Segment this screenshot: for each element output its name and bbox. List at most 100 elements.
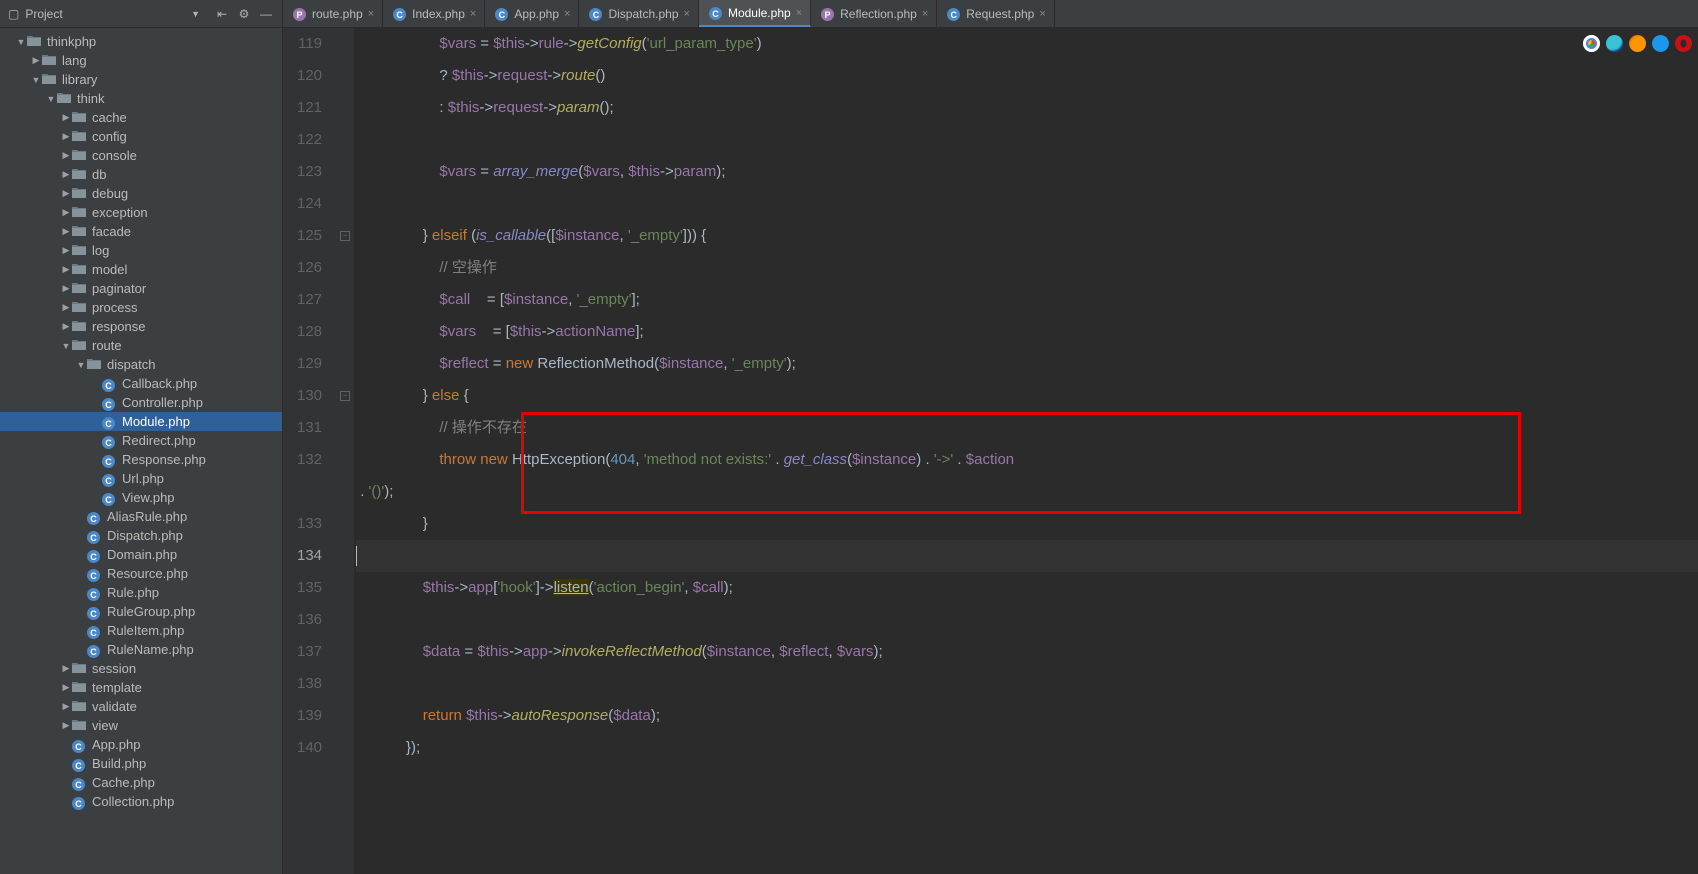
code-line[interactable] bbox=[356, 188, 1698, 220]
tree-twisty-icon[interactable]: ▶ bbox=[60, 682, 72, 693]
collapse-icon[interactable]: ⇤ bbox=[214, 6, 230, 22]
tree-twisty-icon[interactable]: ▼ bbox=[45, 94, 57, 104]
line-number[interactable]: 125 bbox=[283, 220, 336, 252]
line-number[interactable]: 131 bbox=[283, 412, 336, 444]
tree-twisty-icon[interactable]: ▶ bbox=[60, 150, 72, 161]
tree-folder-route[interactable]: ▼route bbox=[0, 336, 282, 355]
tab-close-icon[interactable]: × bbox=[1039, 8, 1045, 20]
browser-preview-icons[interactable] bbox=[1583, 35, 1692, 52]
tree-folder-paginator[interactable]: ▶paginator bbox=[0, 279, 282, 298]
tree-folder-validate[interactable]: ▶validate bbox=[0, 697, 282, 716]
code-line[interactable]: } else { bbox=[356, 380, 1698, 412]
line-number[interactable]: 132 bbox=[283, 444, 336, 476]
project-tree[interactable]: ▼thinkphp▶lang▼library▼think▶cache▶confi… bbox=[0, 28, 282, 874]
tree-twisty-icon[interactable]: ▶ bbox=[60, 302, 72, 313]
code-line[interactable]: $vars = $this->rule->getConfig('url_para… bbox=[356, 28, 1698, 60]
tree-twisty-icon[interactable]: ▼ bbox=[60, 341, 72, 351]
tree-twisty-icon[interactable]: ▶ bbox=[60, 701, 72, 712]
code-line[interactable]: throw new HttpException(404, 'method not… bbox=[356, 444, 1698, 476]
tree-twisty-icon[interactable]: ▶ bbox=[60, 131, 72, 142]
code-content[interactable]: $vars = $this->rule->getConfig('url_para… bbox=[354, 28, 1698, 874]
tree-twisty-icon[interactable] bbox=[75, 531, 87, 541]
tree-twisty-icon[interactable] bbox=[90, 417, 102, 427]
tree-file-build-php[interactable]: CBuild.php bbox=[0, 754, 282, 773]
tree-twisty-icon[interactable]: ▶ bbox=[60, 169, 72, 180]
safari-icon[interactable] bbox=[1652, 35, 1669, 52]
code-line[interactable]: } bbox=[356, 508, 1698, 540]
code-line[interactable] bbox=[356, 668, 1698, 700]
tree-twisty-icon[interactable] bbox=[90, 493, 102, 503]
line-number[interactable]: 140 bbox=[283, 732, 336, 764]
tree-folder-cache[interactable]: ▶cache bbox=[0, 108, 282, 127]
tree-file-aliasrule-php[interactable]: CAliasRule.php bbox=[0, 507, 282, 526]
tree-folder-process[interactable]: ▶process bbox=[0, 298, 282, 317]
code-line[interactable]: $this->app['hook']->listen('action_begin… bbox=[356, 572, 1698, 604]
line-number[interactable]: 129 bbox=[283, 348, 336, 380]
tree-folder-view[interactable]: ▶view bbox=[0, 716, 282, 735]
code-line[interactable] bbox=[356, 124, 1698, 156]
tree-twisty-icon[interactable] bbox=[75, 550, 87, 560]
tab-close-icon[interactable]: × bbox=[796, 7, 802, 19]
opera-icon[interactable] bbox=[1675, 35, 1692, 52]
tree-file-ruleitem-php[interactable]: CRuleItem.php bbox=[0, 621, 282, 640]
tree-folder-dispatch[interactable]: ▼dispatch bbox=[0, 355, 282, 374]
code-line[interactable] bbox=[356, 604, 1698, 636]
tab-close-icon[interactable]: × bbox=[564, 8, 570, 20]
tree-folder-log[interactable]: ▶log bbox=[0, 241, 282, 260]
line-number[interactable]: 130 bbox=[283, 380, 336, 412]
tab-dispatch-php[interactable]: CDispatch.php× bbox=[579, 0, 698, 27]
tree-twisty-icon[interactable] bbox=[60, 740, 72, 750]
line-number[interactable]: 139 bbox=[283, 700, 336, 732]
tree-folder-debug[interactable]: ▶debug bbox=[0, 184, 282, 203]
tree-twisty-icon[interactable] bbox=[75, 607, 87, 617]
tree-twisty-icon[interactable] bbox=[60, 778, 72, 788]
fold-column[interactable]: −− bbox=[336, 28, 354, 874]
tree-file-resource-php[interactable]: CResource.php bbox=[0, 564, 282, 583]
tree-twisty-icon[interactable]: ▶ bbox=[60, 663, 72, 674]
line-number[interactable]: 133 bbox=[283, 508, 336, 540]
tree-twisty-icon[interactable]: ▶ bbox=[60, 188, 72, 199]
tree-file-rulegroup-php[interactable]: CRuleGroup.php bbox=[0, 602, 282, 621]
tree-file-controller-php[interactable]: CController.php bbox=[0, 393, 282, 412]
tree-folder-config[interactable]: ▶config bbox=[0, 127, 282, 146]
tree-folder-session[interactable]: ▶session bbox=[0, 659, 282, 678]
tree-file-redirect-php[interactable]: CRedirect.php bbox=[0, 431, 282, 450]
tree-twisty-icon[interactable]: ▼ bbox=[15, 37, 27, 47]
tree-file-domain-php[interactable]: CDomain.php bbox=[0, 545, 282, 564]
tree-folder-think[interactable]: ▼think bbox=[0, 89, 282, 108]
tree-twisty-icon[interactable] bbox=[75, 569, 87, 579]
code-line[interactable]: . '()'); bbox=[356, 476, 1698, 508]
tree-file-response-php[interactable]: CResponse.php bbox=[0, 450, 282, 469]
tree-folder-exception[interactable]: ▶exception bbox=[0, 203, 282, 222]
line-number[interactable]: 137 bbox=[283, 636, 336, 668]
code-line[interactable]: $data = $this->app->invokeReflectMethod(… bbox=[356, 636, 1698, 668]
code-line[interactable]: // 操作不存在 bbox=[356, 412, 1698, 444]
tree-folder-model[interactable]: ▶model bbox=[0, 260, 282, 279]
tab-reflection-php[interactable]: PReflection.php× bbox=[811, 0, 937, 27]
tree-twisty-icon[interactable] bbox=[75, 512, 87, 522]
tree-file-url-php[interactable]: CUrl.php bbox=[0, 469, 282, 488]
line-number[interactable]: 128 bbox=[283, 316, 336, 348]
fold-toggle-icon[interactable]: − bbox=[340, 231, 350, 241]
tab-close-icon[interactable]: × bbox=[922, 8, 928, 20]
line-number[interactable]: 119 bbox=[283, 28, 336, 60]
tab-route-php[interactable]: Proute.php× bbox=[283, 0, 383, 27]
code-line[interactable]: $call = [$instance, '_empty']; bbox=[356, 284, 1698, 316]
tree-folder-lang[interactable]: ▶lang bbox=[0, 51, 282, 70]
code-editor[interactable]: 1191201211221231241251261271281291301311… bbox=[283, 28, 1698, 874]
fold-toggle-icon[interactable]: − bbox=[340, 391, 350, 401]
tab-module-php[interactable]: CModule.php× bbox=[699, 0, 811, 27]
tree-file-callback-php[interactable]: CCallback.php bbox=[0, 374, 282, 393]
tab-close-icon[interactable]: × bbox=[368, 8, 374, 20]
code-line[interactable] bbox=[356, 540, 1698, 572]
code-line[interactable]: $vars = array_merge($vars, $this->param)… bbox=[356, 156, 1698, 188]
tree-twisty-icon[interactable] bbox=[60, 759, 72, 769]
tree-twisty-icon[interactable]: ▶ bbox=[60, 226, 72, 237]
tree-twisty-icon[interactable]: ▶ bbox=[60, 321, 72, 332]
code-line[interactable]: } elseif (is_callable([$instance, '_empt… bbox=[356, 220, 1698, 252]
line-number[interactable]: 134 bbox=[283, 540, 336, 572]
tree-twisty-icon[interactable] bbox=[75, 588, 87, 598]
tree-twisty-icon[interactable]: ▶ bbox=[60, 264, 72, 275]
tree-twisty-icon[interactable]: ▶ bbox=[60, 720, 72, 731]
tree-twisty-icon[interactable] bbox=[60, 797, 72, 807]
